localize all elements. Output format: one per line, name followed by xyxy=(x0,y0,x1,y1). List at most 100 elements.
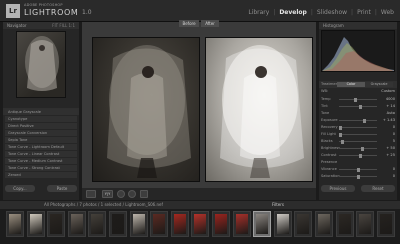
filmstrip-thumbnail[interactable] xyxy=(315,211,333,237)
preset-item[interactable]: Cyanotype xyxy=(5,115,77,123)
slider-label: Tone xyxy=(321,111,330,115)
slider-track[interactable] xyxy=(339,153,377,158)
preset-item[interactable]: Grayscale Conversion xyxy=(5,129,77,137)
wb-value[interactable]: Custom xyxy=(381,89,395,94)
filmstrip-thumbnail[interactable] xyxy=(335,211,354,237)
filmstrip-thumbnail[interactable] xyxy=(191,211,210,237)
filmstrip-thumbnail[interactable] xyxy=(47,211,66,237)
before-after-button[interactable]: Y|Y xyxy=(102,190,113,198)
filters-label[interactable]: Filters xyxy=(272,201,284,209)
preset-item[interactable]: Tone Curve - Linear Contrast xyxy=(5,150,77,158)
navigator-header[interactable]: Navigator FIT FILL 1:1 xyxy=(3,22,79,29)
filmstrip-thumbnail[interactable] xyxy=(170,211,189,237)
slider-track[interactable] xyxy=(339,174,377,179)
filmstrip-thumbnail[interactable] xyxy=(129,211,148,237)
slider-value[interactable]: 4000 xyxy=(386,97,395,102)
slider-knob[interactable] xyxy=(356,167,360,172)
left-panel: Navigator FIT FILL 1:1 Presets Antique G… xyxy=(3,22,79,200)
slider-row-saturation: Saturation 0 xyxy=(321,174,395,179)
slider-value[interactable]: + 1.43 xyxy=(383,118,395,123)
thumbnail-image xyxy=(9,214,21,234)
swap-icon[interactable] xyxy=(140,190,148,198)
after-photo[interactable] xyxy=(205,37,313,182)
slider-track[interactable] xyxy=(339,132,377,137)
filmstrip-thumbnail[interactable] xyxy=(273,211,292,237)
slider-track[interactable] xyxy=(339,167,377,172)
filmstrip-thumbnail[interactable] xyxy=(212,211,230,237)
histogram-header[interactable]: Histogram xyxy=(319,22,397,29)
thumbnail-image xyxy=(359,214,372,234)
slider-track[interactable] xyxy=(339,125,377,130)
slider-value[interactable]: 5 xyxy=(393,139,395,144)
slider-knob[interactable] xyxy=(360,146,364,151)
module-web[interactable]: Web xyxy=(381,9,394,16)
treatment-color[interactable]: Color xyxy=(337,82,365,87)
slider-knob[interactable] xyxy=(356,174,360,179)
slider-value[interactable]: + 25 xyxy=(386,153,395,158)
slider-track[interactable] xyxy=(339,97,377,102)
preset-item[interactable]: Zeroed xyxy=(5,171,77,179)
slider-value[interactable]: 0 xyxy=(393,125,395,130)
slider-value[interactable]: + 50 xyxy=(386,146,395,151)
slider-value[interactable]: Auto xyxy=(387,111,395,116)
slider-value[interactable]: 0 xyxy=(393,167,395,172)
slider-knob[interactable] xyxy=(339,125,342,130)
slider-value[interactable]: 0 xyxy=(393,132,395,137)
filmstrip-thumbnail[interactable] xyxy=(88,211,107,237)
before-photo[interactable] xyxy=(92,37,200,182)
slider-knob[interactable] xyxy=(339,132,342,137)
slider-knob[interactable] xyxy=(359,153,363,158)
view-toolbar: Y|Y xyxy=(82,188,316,200)
slider-track[interactable] xyxy=(339,104,377,109)
slider-knob[interactable] xyxy=(353,97,357,102)
module-print[interactable]: Print xyxy=(357,9,371,16)
filmstrip-path[interactable]: All Photographs / 7 photos / 1 selected … xyxy=(44,201,163,209)
preset-item[interactable]: Tone Curve - Medium Contrast xyxy=(5,157,77,165)
thumbnail-image xyxy=(276,214,289,234)
slider-track[interactable] xyxy=(339,118,377,123)
filmstrip-thumbnail[interactable] xyxy=(150,211,169,237)
slider-knob[interactable] xyxy=(362,118,366,123)
module-develop[interactable]: Develop xyxy=(279,9,307,16)
copy-button[interactable]: Copy... xyxy=(5,185,35,192)
filmstrip-thumbnail[interactable] xyxy=(232,211,251,237)
filmstrip-thumbnail[interactable] xyxy=(26,211,45,237)
preset-item[interactable]: Tone Curve - Strong Contrast xyxy=(5,164,77,172)
filmstrip-thumbnail[interactable] xyxy=(356,211,375,237)
slider-value[interactable]: 0 xyxy=(393,174,395,179)
wb-row: WB: Custom xyxy=(321,89,395,94)
preset-item[interactable]: Direct Positive xyxy=(5,122,77,130)
filmstrip-thumbnail[interactable] xyxy=(6,211,24,237)
preset-item[interactable]: Antique Grayscale xyxy=(5,109,77,116)
loupe-view-button[interactable] xyxy=(86,190,96,198)
filmstrip-thumbnail[interactable] xyxy=(109,211,127,237)
before-image xyxy=(107,45,191,178)
thumbnail-image xyxy=(70,214,83,234)
module-slideshow[interactable]: Slideshow xyxy=(317,9,347,16)
filmstrip-thumbnail[interactable] xyxy=(67,211,86,237)
slider-track[interactable] xyxy=(339,139,377,144)
filmstrip-thumbnail[interactable] xyxy=(253,211,272,237)
slider-label: Presence xyxy=(321,160,338,164)
slider-track[interactable] xyxy=(339,146,377,151)
paste-button[interactable]: Paste xyxy=(47,185,77,192)
navigator-preview[interactable] xyxy=(16,31,66,98)
slider-knob[interactable] xyxy=(358,104,362,109)
reset-button[interactable]: Reset xyxy=(361,185,395,192)
spot-removal-icon[interactable] xyxy=(117,190,125,198)
filmstrip-thumbnail[interactable] xyxy=(376,211,395,237)
slider-label: Vibrance xyxy=(321,167,337,171)
module-separator: | xyxy=(351,9,354,16)
treatment-toggle[interactable]: Color Grayscale xyxy=(337,82,393,87)
slider-knob[interactable] xyxy=(340,139,344,144)
filmstrip-thumbnail[interactable] xyxy=(294,211,313,237)
thumbnail-image xyxy=(91,214,104,234)
preset-item[interactable]: Sepia Tone xyxy=(5,136,77,144)
previous-button[interactable]: Previous xyxy=(321,185,355,192)
treatment-grayscale[interactable]: Grayscale xyxy=(365,82,393,87)
preset-item[interactable]: Tone Curve - Lightroom Default xyxy=(5,143,77,151)
red-eye-icon[interactable] xyxy=(128,190,136,198)
slider-value[interactable]: + 14 xyxy=(386,104,395,109)
navigator-zoom-options[interactable]: FIT FILL 1:1 xyxy=(52,22,75,29)
module-library[interactable]: Library xyxy=(248,9,269,16)
